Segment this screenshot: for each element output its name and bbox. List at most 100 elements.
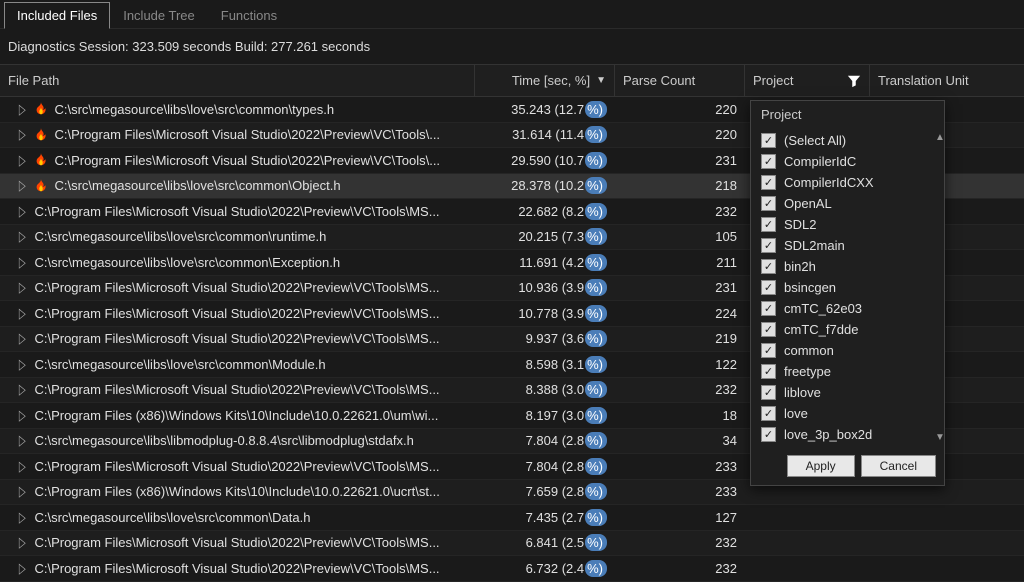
checkbox-icon[interactable]: ✓ — [761, 154, 776, 169]
expand-icon[interactable]: ▷ — [19, 255, 26, 270]
filter-item[interactable]: ✓cmTC_f7dde — [759, 319, 936, 340]
cancel-button[interactable]: Cancel — [861, 455, 936, 477]
expand-icon[interactable]: ▷ — [19, 280, 26, 295]
checkbox-icon[interactable]: ✓ — [761, 217, 776, 232]
checkbox-icon[interactable]: ✓ — [761, 238, 776, 253]
file-path-text: C:\src\megasource\libs\love\src\common\t… — [54, 102, 334, 117]
expand-icon[interactable]: ▷ — [19, 178, 26, 194]
table-row[interactable]: ▷C:\Program Files\Microsoft Visual Studi… — [0, 531, 1024, 557]
checkbox-icon[interactable]: ✓ — [761, 343, 776, 358]
table-row[interactable]: ▷C:\Program Files\Microsoft Visual Studi… — [0, 556, 1024, 582]
filter-item[interactable]: ✓SDL2 — [759, 214, 936, 235]
filter-item[interactable]: ✓bsincgen — [759, 277, 936, 298]
column-time[interactable]: Time [sec, %] ▼ — [475, 65, 615, 96]
filter-item[interactable]: ✓ freetype — [759, 361, 936, 382]
scroll-down-icon[interactable]: ▼ — [935, 432, 944, 443]
file-path-cell: ▷C:\Program Files\Microsoft Visual Studi… — [0, 306, 475, 321]
tab-include-tree[interactable]: Include Tree — [110, 2, 208, 28]
expand-icon[interactable]: ▷ — [19, 382, 26, 397]
checkbox-icon[interactable]: ✓ — [761, 427, 776, 442]
time-value: 6.732 (2.4 — [526, 561, 585, 576]
percent-badge: %) — [585, 203, 607, 220]
expand-icon[interactable]: ▷ — [19, 408, 26, 423]
percent-badge: %) — [585, 279, 607, 296]
filter-item[interactable]: ✓love_3p_box2d — [759, 424, 936, 445]
time-cell: 31.614 (11.4%) — [475, 127, 615, 142]
file-path-cell: ▷C:\Program Files\Microsoft Visual Studi… — [0, 561, 475, 576]
checkbox-icon[interactable]: ✓ — [761, 280, 776, 295]
filter-item[interactable]: ✓ OpenAL — [759, 193, 936, 214]
checkbox-icon[interactable]: ✓ — [761, 259, 776, 274]
filter-item-label: CompilerIdCXX — [784, 175, 874, 190]
expand-icon[interactable]: ▷ — [19, 510, 26, 525]
filter-item[interactable]: ✓ liblove — [759, 382, 936, 403]
checkbox-icon[interactable]: ✓ — [761, 196, 776, 211]
checkbox-icon[interactable]: ✓ — [761, 175, 776, 190]
expand-icon[interactable]: ▷ — [19, 306, 26, 321]
expand-icon[interactable]: ▷ — [19, 561, 26, 576]
expand-icon[interactable]: ▷ — [19, 459, 26, 474]
filter-item-label: cmTC_62e03 — [784, 301, 862, 316]
time-cell: 6.732 (2.4%) — [475, 561, 615, 576]
checkbox-icon[interactable]: ✓ — [761, 322, 776, 337]
file-path-cell: ▷C:\src\megasource\libs\love\src\common\… — [0, 255, 475, 270]
file-path-text: C:\Program Files\Microsoft Visual Studio… — [34, 280, 439, 295]
status-bar: Diagnostics Session: 323.509 seconds Bui… — [0, 29, 1024, 64]
filter-item-label: OpenAL — [784, 196, 832, 211]
time-value: 9.937 (3.6 — [526, 331, 585, 346]
expand-icon[interactable]: ▷ — [19, 331, 26, 346]
expand-icon[interactable]: ▷ — [19, 229, 26, 244]
time-cell: 10.936 (3.9%) — [475, 280, 615, 295]
file-path-cell: ▷C:\Program Files\Microsoft Visual Studi… — [0, 204, 475, 219]
filter-item-label: freetype — [784, 364, 831, 379]
tab-functions[interactable]: Functions — [208, 2, 290, 28]
filter-list: ✓(Select All)✓CompilerIdC✓CompilerIdCXX✓… — [751, 128, 944, 447]
expand-icon[interactable]: ▷ — [19, 535, 26, 550]
expand-icon[interactable]: ▷ — [19, 127, 26, 143]
apply-button[interactable]: Apply — [787, 455, 855, 477]
percent-badge: %) — [585, 152, 607, 169]
checkbox-icon[interactable]: ✓ — [761, 406, 776, 421]
flame-icon — [34, 152, 48, 168]
expand-icon[interactable]: ▷ — [19, 357, 26, 372]
percent-badge: %) — [585, 534, 607, 551]
file-path-text: C:\Program Files (x86)\Windows Kits\10\I… — [34, 484, 439, 499]
scroll-up-icon[interactable]: ▲ — [935, 132, 944, 143]
column-parse-count[interactable]: Parse Count — [615, 65, 745, 96]
filter-item[interactable]: ✓common — [759, 340, 936, 361]
filter-item-label: SDL2main — [784, 238, 845, 253]
filter-item[interactable]: ✓(Select All) — [759, 130, 936, 151]
filter-item[interactable]: ✓bin2h — [759, 256, 936, 277]
column-file-path[interactable]: File Path — [0, 65, 475, 96]
parse-count-cell: 211 — [615, 255, 745, 270]
expand-icon[interactable]: ▷ — [19, 204, 26, 219]
column-time-label: Time [sec, %] — [512, 73, 590, 88]
filter-item-label: liblove — [784, 385, 821, 400]
expand-icon[interactable]: ▷ — [19, 101, 26, 117]
checkbox-icon[interactable]: ✓ — [761, 364, 776, 379]
file-path-cell: ▷C:\Program Files (x86)\Windows Kits\10\… — [0, 408, 475, 423]
checkbox-icon[interactable]: ✓ — [761, 133, 776, 148]
tab-included-files[interactable]: Included Files — [4, 2, 110, 29]
filter-item[interactable]: ✓ cmTC_62e03 — [759, 298, 936, 319]
file-path-cell: ▷ C:\src\megasource\libs\love\src\common\… — [0, 178, 475, 194]
expand-icon[interactable]: ▷ — [19, 433, 26, 448]
filter-item[interactable]: ✓love — [759, 403, 936, 424]
file-path-cell: ▷C:\src\megasource\libs\love\src\common\… — [0, 229, 475, 244]
scroll-track[interactable]: ▲ ▼ — [934, 132, 944, 443]
expand-icon[interactable]: ▷ — [19, 152, 26, 168]
filter-item[interactable]: ✓CompilerIdC — [759, 151, 936, 172]
filter-item[interactable]: ✓ CompilerIdCXX — [759, 172, 936, 193]
time-cell: 11.691 (4.2%) — [475, 255, 615, 270]
column-project[interactable]: Project — [745, 65, 870, 96]
filter-item[interactable]: ✓ SDL2main — [759, 235, 936, 256]
file-path-text: C:\Program Files\Microsoft Visual Studio… — [54, 127, 440, 142]
expand-icon[interactable]: ▷ — [19, 484, 26, 499]
parse-count-cell: 34 — [615, 433, 745, 448]
column-translation-unit[interactable]: Translation Unit — [870, 65, 1024, 96]
file-path-text: C:\src\megasource\libs\love\src\common\O… — [54, 178, 340, 193]
table-row[interactable]: ▷C:\src\megasource\libs\love\src\common\… — [0, 505, 1024, 531]
checkbox-icon[interactable]: ✓ — [761, 385, 776, 400]
checkbox-icon[interactable]: ✓ — [761, 301, 776, 316]
parse-count-cell: 127 — [615, 510, 745, 525]
